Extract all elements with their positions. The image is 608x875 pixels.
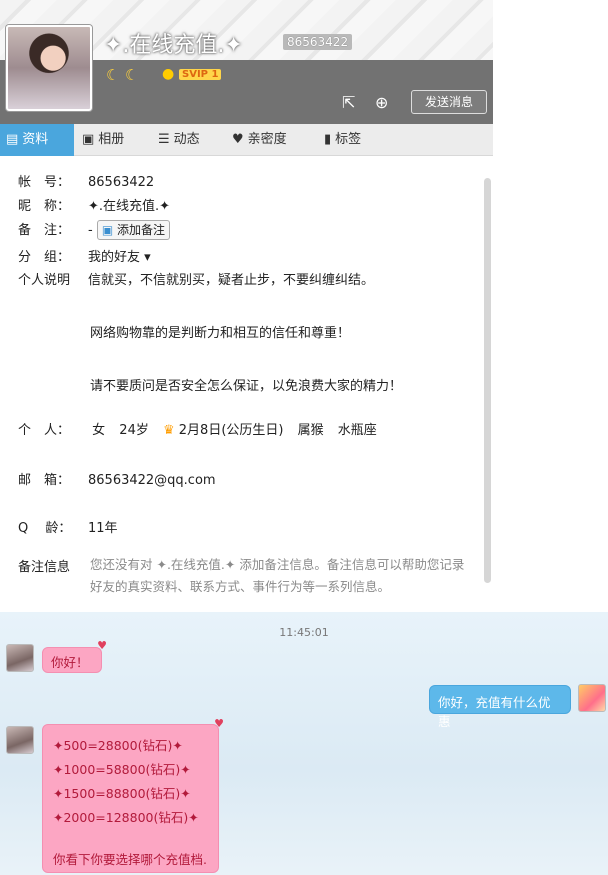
add-friend-icon[interactable]: ⊕ — [375, 93, 388, 112]
memo-row: 备 注： - ▣ 添加备注 — [18, 219, 171, 240]
heart-icon: ♥ — [232, 132, 244, 147]
group-row: 分 组： 我的好友 ▾ — [18, 246, 151, 265]
moon-level-icon: ☾ — [106, 66, 120, 84]
self-avatar[interactable] — [578, 684, 606, 712]
desc-line: 信就买，不信就别买，疑者止步，不要纠缠纠结。 — [88, 273, 375, 288]
personal-row: 个 人： 女 24岁 ♛ 2月8日(公历生日) 属猴 水瓶座 — [18, 419, 377, 438]
remark-row: 备注信息 — [18, 560, 71, 575]
constellation-value: 水瓶座 — [337, 423, 377, 438]
account-row: 帐 号： 86563422 — [18, 175, 155, 190]
scrollbar[interactable] — [484, 178, 491, 583]
tab-feed[interactable]: ☰ 动态 — [158, 124, 228, 156]
vip-badge[interactable]: SVIP 1 — [179, 69, 222, 80]
send-message-button[interactable]: 发送消息 — [411, 90, 487, 114]
chat-timestamp: 11:45:01 — [279, 626, 329, 639]
friend-avatar[interactable] — [6, 644, 34, 672]
nick-value: ✦.在线充值.✦ — [88, 199, 171, 214]
price-tier: ✦1000=58800(钻石)✦ — [53, 762, 191, 777]
penguin-icon: ● — [162, 66, 175, 82]
album-icon: ▣ — [82, 132, 95, 147]
bookmark-icon: ▮ — [324, 132, 332, 147]
desc-line: 网络购物靠的是判断力和相互的信任和尊重！ — [90, 326, 351, 341]
chat-bubble-friend: ♥ ✦500=28800(钻石)✦ ✦1000=58800(钻石)✦ ✦1500… — [42, 717, 224, 873]
birthday-crown-icon: ♛ — [162, 423, 175, 438]
id-card-icon: ▤ — [6, 132, 19, 147]
account-value: 86563422 — [88, 175, 155, 190]
birthday-value: 2月8日(公历生日) — [178, 423, 284, 438]
nick-row: 昵 称： ✦.在线充值.✦ — [18, 195, 170, 214]
qage-value: 11年 — [88, 521, 118, 536]
qage-row: Q 龄： 11年 — [18, 517, 118, 536]
group-select[interactable]: 我的好友 ▾ — [88, 246, 151, 265]
tab-tags[interactable]: ▮ 标签 — [324, 124, 394, 156]
tab-intimacy[interactable]: ♥ 亲密度 — [232, 124, 312, 156]
share-icon[interactable]: ⇱ — [342, 93, 355, 112]
zodiac-value: 属猴 — [297, 423, 324, 438]
price-tier: ✦2000=128800(钻石)✦ — [53, 810, 199, 825]
heart-icon: ♥ — [97, 639, 107, 652]
profile-card: ✦.在线充值.✦ 86563422 ☾ ☾ ● SVIP 1 ⇱ ⊕ 发送消息 … — [0, 0, 493, 605]
feed-icon: ☰ — [158, 132, 170, 147]
desc-line: 请不要质问是否安全怎么保证，以免浪费大家的精力！ — [90, 379, 403, 394]
chat-area: 11:45:01 你好！ ♥ 你好，充值有什么优惠 ♥ ✦500=28800(钻… — [0, 612, 608, 875]
avatar[interactable] — [6, 25, 92, 111]
gender-value: 女 — [92, 423, 106, 438]
tab-album[interactable]: ▣ 相册 — [82, 124, 152, 156]
remark-description: 您还没有对 ✦.在线充值.✦ 添加备注信息。备注信息可以帮助您记录好友的真实资料… — [90, 557, 465, 594]
age-value: 24岁 — [119, 423, 149, 438]
profile-qq-number: 86563422 — [283, 34, 353, 50]
price-tier: ✦500=28800(钻石)✦ — [53, 738, 183, 753]
profile-tabs: ▤ 资料 ▣ 相册 ☰ 动态 ♥ 亲密度 ▮ 标签 — [0, 124, 493, 156]
profile-nickname: ✦.在线充值.✦ — [104, 33, 243, 58]
friend-avatar[interactable] — [6, 726, 34, 754]
desc-row: 个人说明 信就买，不信就别买，疑者止步，不要纠缠纠结。 — [18, 269, 374, 288]
profile-info-panel: 帐 号： 86563422 昵 称： ✦.在线充值.✦ 备 注： - ▣ 添加备注 分… — [0, 157, 493, 605]
email-row: 邮 箱： 86563422@qq.com — [18, 473, 216, 488]
email-value: 86563422@qq.com — [88, 473, 216, 488]
add-memo-button[interactable]: ▣ 添加备注 — [96, 220, 171, 240]
heart-icon: ♥ — [214, 717, 224, 730]
moon-level-icon: ☾ — [125, 66, 139, 84]
price-tier: ✦1500=88800(钻石)✦ — [53, 786, 191, 801]
chat-message-text: 你看下你要选择哪个充值档. — [53, 852, 207, 867]
chat-bubble-friend: 你好！ ♥ — [42, 639, 107, 673]
chat-bubble-self: 你好，充值有什么优惠 — [429, 685, 571, 729]
tab-profile-info[interactable]: ▤ 资料 — [0, 124, 74, 156]
memo-icon: ▣ — [101, 223, 114, 237]
